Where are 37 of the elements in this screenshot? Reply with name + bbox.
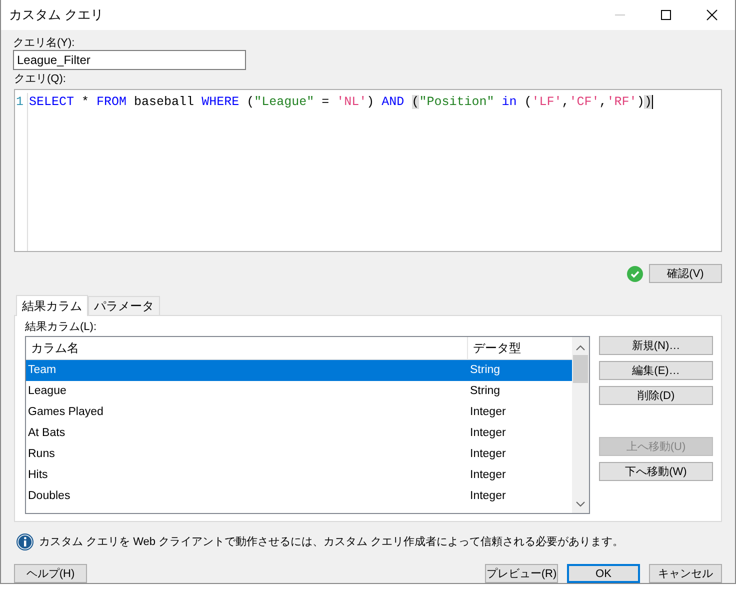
tab[interactable]: 結果カラム (16, 295, 88, 316)
dialog-button[interactable]: キャンセル (649, 564, 722, 583)
column-header[interactable]: カラム名 (26, 337, 468, 360)
list-row[interactable]: At Bats Integer (26, 423, 572, 444)
list-row[interactable]: Team String (26, 360, 572, 382)
field-label: クエリ名(Y): (13, 36, 76, 50)
list-row[interactable]: Doubles Integer (26, 486, 572, 508)
list-row[interactable]: Games Played Integer (26, 402, 572, 424)
list-row[interactable]: Runs Integer (26, 444, 572, 466)
validate-button[interactable]: 確認(V) (649, 264, 722, 284)
side-button[interactable]: 削除(D) (599, 386, 713, 406)
input-field[interactable]: League_Filter (13, 50, 246, 70)
code-editor[interactable]: 1 SELECT * FROM baseball WHERE ("League" = 'NL') AND ("Position" in ('LF','CF','RF')) (14, 89, 722, 252)
maximize-icon[interactable] (660, 9, 672, 21)
close-icon[interactable] (706, 9, 718, 21)
list-label: 結果カラム(L): (25, 320, 98, 334)
help-button[interactable]: ヘルプ(H) (14, 564, 87, 583)
list-row[interactable]: League String (26, 381, 572, 402)
info-icon (16, 533, 34, 552)
dialog-button[interactable]: プレビュー(R) (485, 564, 558, 583)
window-title: カスタム クエリ (9, 6, 105, 24)
side-button[interactable]: 新規(N)… (599, 336, 713, 356)
scroll-down-icon[interactable] (576, 501, 585, 508)
line-number: 1 (15, 94, 25, 111)
info-text: カスタム クエリを Web クライアントで動作させるには、カスタム クエリ作成者によって信頼される必要があります。 (39, 535, 624, 550)
scrollbar[interactable] (572, 337, 589, 514)
list-row[interactable]: Hits Integer (26, 465, 572, 486)
column-header[interactable]: データ型 (468, 337, 521, 360)
scroll-thumb[interactable] (573, 355, 588, 384)
tab[interactable]: パラメータ (88, 296, 160, 316)
text-cursor (652, 94, 653, 109)
dialog-button[interactable]: OK (567, 564, 640, 583)
field-label: クエリ(Q): (13, 72, 67, 87)
scroll-up-icon[interactable] (576, 345, 585, 352)
side-button[interactable]: 下へ移動(W) (599, 462, 713, 482)
side-button[interactable]: 編集(E)… (599, 361, 713, 380)
code-line: SELECT * FROM baseball WHERE ("League" = 'NL') AND ("Position" in ('LF','CF','RF')) (27, 93, 653, 252)
